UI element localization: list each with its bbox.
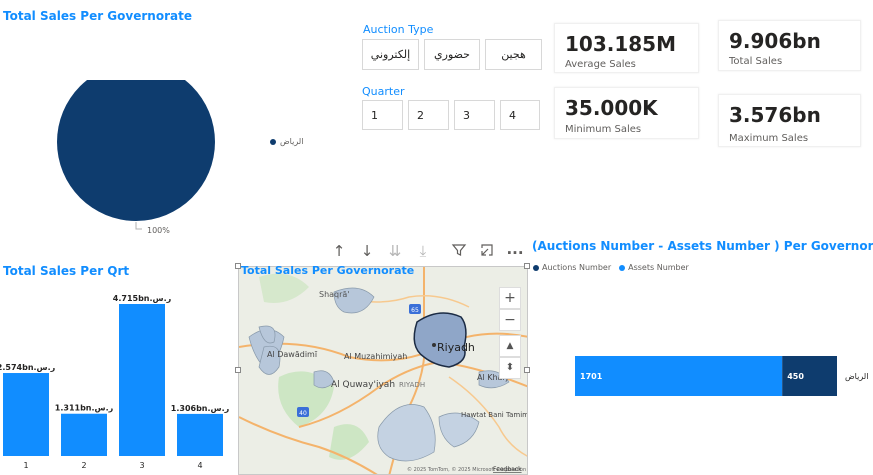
map-label-quwayiyah: Al Quway'iyah	[331, 380, 395, 390]
more-options-icon[interactable]: ...	[506, 240, 524, 258]
map-label-shaqra: Shaqrā'	[319, 290, 350, 299]
qtr-chart-title: Total Sales Per Qrt	[3, 264, 130, 278]
pie-slice-label: 100%	[147, 226, 170, 235]
map-label-muzahimiyah: Al Muzahimiyah	[344, 352, 407, 361]
quarter-option-3[interactable]: 3	[454, 100, 495, 130]
map-canvas[interactable]: 65 40 Shaqrā' Al Dawādimī Al Muzahimiyah…	[239, 267, 528, 475]
quarter-option-4[interactable]: 4	[500, 100, 540, 130]
total-sales-value: 9.906bn	[729, 29, 821, 53]
tilt-icon[interactable]: ▲	[499, 335, 521, 357]
resize-handle-top-left[interactable]	[235, 263, 241, 269]
qtr-tick-label: 2	[81, 461, 86, 470]
legend-dot-icon	[533, 264, 539, 271]
bar-segment-assets-number[interactable]	[575, 356, 783, 396]
focus-mode-icon[interactable]	[478, 242, 496, 260]
maximum-sales-card[interactable]: 3.576bn Maximum Sales	[718, 94, 861, 147]
expand-hierarchy-icon[interactable]: ⤓	[414, 242, 432, 260]
average-sales-value: 103.185M	[565, 32, 676, 56]
minimum-sales-card[interactable]: 35.000K Minimum Sales	[554, 87, 699, 139]
auction-type-electronic[interactable]: إلكتروني	[362, 39, 419, 70]
auctions-bar-chart[interactable]: 1701 450 الرياض	[540, 345, 873, 405]
legend-item-assets[interactable]: Assets Number	[619, 263, 689, 272]
category-label: الرياض	[845, 372, 868, 381]
zoom-out-icon[interactable]: −	[499, 309, 521, 331]
map-label-riyadh-region: RIYADH	[399, 381, 425, 389]
qtr-bar-chart[interactable]: 2.574bn.ر.س 1 1.311bn.ر.س 2 4.715bn.ر.س 3 1.30…	[0, 280, 235, 475]
map-label-hawtat: Hawtat Bani Tamim	[461, 411, 528, 419]
legend-item-auctions[interactable]: Auctions Number	[533, 263, 611, 272]
qtr-bar-3[interactable]	[119, 304, 165, 456]
qtr-tick-label: 4	[197, 461, 202, 470]
map-title: Total Sales Per Governorate	[241, 264, 415, 277]
quarter-option-1[interactable]: 1	[362, 100, 403, 130]
total-sales-label: Total Sales	[729, 56, 783, 67]
pie-chart[interactable]	[50, 80, 225, 240]
resize-handle-right[interactable]	[524, 367, 530, 373]
total-sales-card[interactable]: 9.906bn Total Sales	[718, 20, 861, 71]
qtr-data-label: 1.306bn.ر.س	[171, 404, 230, 414]
minimum-sales-label: Minimum Sales	[565, 124, 642, 135]
pie-slice-riyadh[interactable]	[57, 80, 215, 221]
qtr-data-label: 1.311bn.ر.س	[55, 404, 114, 414]
map-feedback-link: Feedback	[493, 466, 522, 473]
bar-data-label: 450	[787, 372, 804, 381]
qtr-bar-1[interactable]	[3, 373, 49, 456]
road-shield-label: 40	[299, 410, 307, 417]
qtr-bar-4[interactable]	[177, 413, 223, 456]
filter-icon[interactable]	[450, 242, 468, 260]
qtr-data-label: 4.715bn.ر.س	[113, 294, 172, 304]
qtr-tick-label: 3	[139, 461, 144, 470]
pie-legend-item[interactable]: الرياض	[270, 137, 303, 146]
compass-icon[interactable]: ⬍	[499, 357, 521, 379]
double-arrow-down-icon[interactable]: ⇊	[386, 242, 404, 260]
bar-data-label: 1701	[580, 372, 603, 381]
maximum-sales-value: 3.576bn	[729, 103, 821, 127]
pie-legend-label: الرياض	[280, 137, 304, 146]
qtr-data-label: 2.574bn.ر.س	[0, 363, 56, 373]
map-label-dawadimi: Al Dawādimī	[267, 350, 318, 359]
maximum-sales-label: Maximum Sales	[729, 133, 809, 144]
quarter-title: Quarter	[362, 85, 405, 98]
map-visual[interactable]: 65 40 Shaqrā' Al Dawādimī Al Muzahimiyah…	[238, 266, 528, 475]
legend-dot-icon	[619, 264, 626, 271]
map-label-riyadh: Riyadh	[437, 341, 475, 354]
qtr-bar-2[interactable]	[61, 413, 107, 456]
auction-type-hybrid[interactable]: هجين	[485, 39, 542, 70]
auction-type-title: Auction Type	[363, 23, 434, 36]
auction-type-in-person[interactable]: حضوري	[424, 39, 480, 70]
minimum-sales-value: 35.000K	[565, 96, 658, 120]
qtr-tick-label: 1	[23, 461, 28, 470]
road-shield-label: 65	[411, 307, 419, 314]
auctions-legend: Auctions Number Assets Number	[533, 263, 689, 272]
average-sales-card[interactable]: 103.185M Average Sales	[554, 23, 699, 73]
drill-down-icon[interactable]: ↓	[358, 242, 376, 260]
resize-handle-left[interactable]	[235, 367, 241, 373]
average-sales-label: Average Sales	[565, 59, 636, 70]
quarter-option-2[interactable]: 2	[408, 100, 449, 130]
drill-up-icon[interactable]: ↑	[330, 242, 348, 260]
zoom-in-icon[interactable]: +	[499, 287, 521, 309]
auctions-chart-title: (Auctions Number - Assets Number ) Per G…	[532, 239, 873, 253]
resize-handle-top-right[interactable]	[524, 263, 530, 269]
legend-dot-icon	[270, 138, 276, 145]
pie-label-leader	[135, 222, 142, 230]
pie-chart-title: Total Sales Per Governorate	[3, 9, 192, 23]
